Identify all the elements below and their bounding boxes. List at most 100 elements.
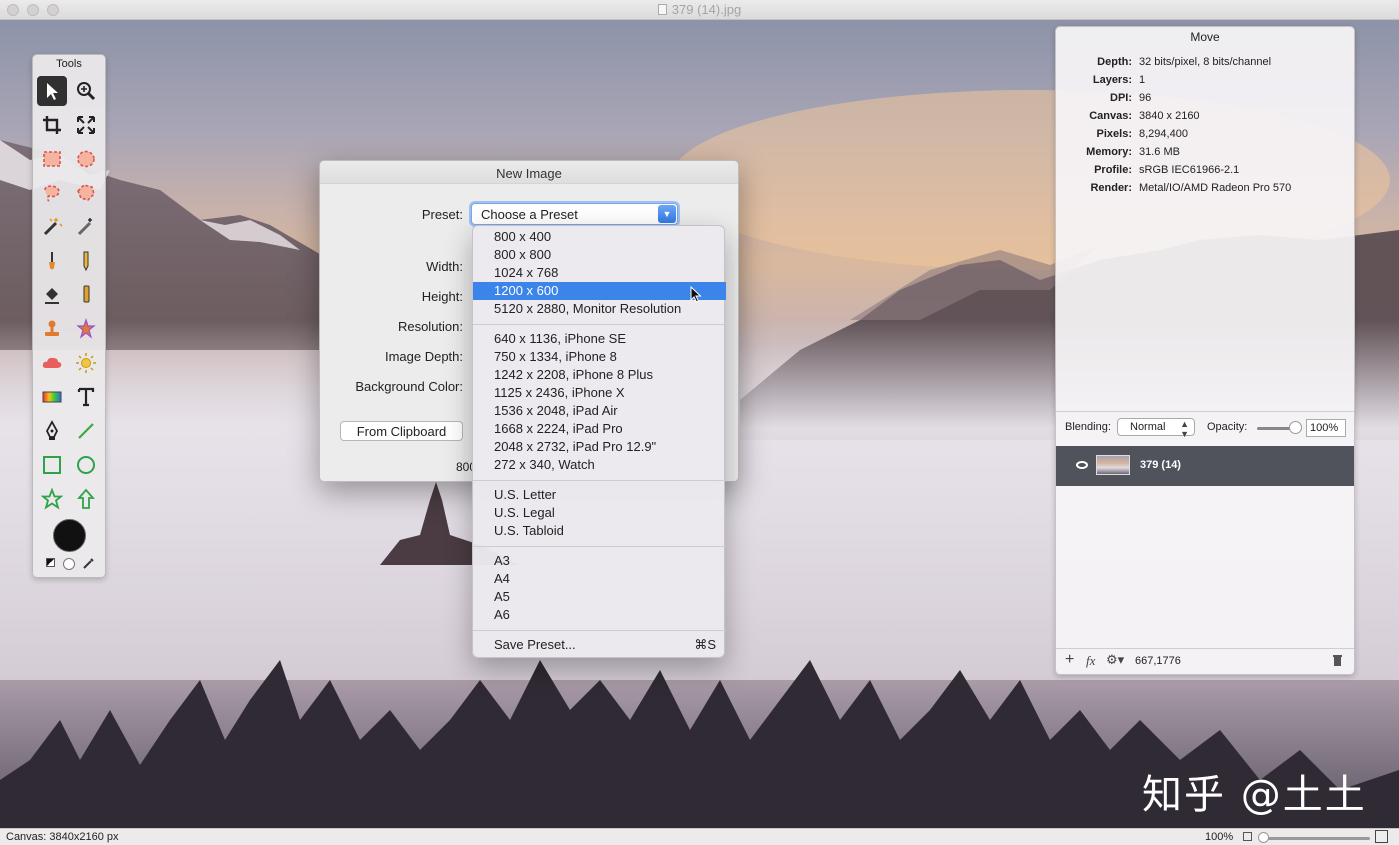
layer-row[interactable]: 379 (14) <box>1056 446 1354 486</box>
menu-item-iphone-se[interactable]: 640 x 1136, iPhone SE <box>473 330 726 348</box>
preset-label: Preset: <box>421 207 463 222</box>
panel-title: Move <box>1190 30 1220 44</box>
gradient-icon[interactable] <box>37 382 67 412</box>
mouse-cursor-icon <box>690 285 702 306</box>
clone-stamp-icon[interactable] <box>37 314 67 344</box>
magic-wand-icon[interactable] <box>37 212 67 242</box>
info-row-dpi: DPI: 96 <box>1110 92 1152 104</box>
menu-item-iphone-8[interactable]: 750 x 1334, iPhone 8 <box>473 348 726 366</box>
updown-arrows-icon: ▲ ▼ <box>1180 419 1189 439</box>
resolution-label: Resolution: <box>397 319 463 334</box>
menu-item-ipad-pro-12-9[interactable]: 2048 x 2732, iPad Pro 12.9" <box>473 438 726 456</box>
smudge-icon[interactable] <box>71 280 101 310</box>
info-row-memory: Memory: 31.6 MB <box>1086 146 1180 158</box>
menu-item-ipad-air[interactable]: 1536 x 2048, iPad Air <box>473 402 726 420</box>
menu-item-1200x600[interactable]: 1200 x 600 <box>473 282 726 300</box>
ellipse-shape-icon[interactable] <box>71 450 101 480</box>
menu-item-1024x768[interactable]: 1024 x 768 <box>473 264 726 282</box>
menu-item-5120x2880[interactable]: 5120 x 2880, Monitor Resolution <box>473 300 726 318</box>
menu-item-a3[interactable]: A3 <box>473 552 726 570</box>
window-title: 379 (14).jpg <box>0 2 1399 17</box>
zoom-slider-track[interactable] <box>1262 837 1370 840</box>
blending-bar: Blending: Normal ▲ ▼ Opacity: 100% <box>1056 411 1354 445</box>
spray-icon[interactable] <box>71 314 101 344</box>
menu-separator <box>473 480 726 481</box>
move-tool-icon[interactable] <box>37 76 67 106</box>
menu-item-a6[interactable]: A6 <box>473 606 726 624</box>
opacity-field[interactable]: 100% <box>1306 419 1346 437</box>
star-shape-icon[interactable] <box>37 484 67 514</box>
info-row-pixels: Pixels: 8,294,400 <box>1096 128 1188 140</box>
menu-separator <box>473 324 726 325</box>
menu-item-iphone-x[interactable]: 1125 x 2436, iPhone X <box>473 384 726 402</box>
text-tool-icon[interactable] <box>71 382 101 412</box>
zoom-tool-icon[interactable] <box>71 76 101 106</box>
paint-bucket-icon[interactable] <box>37 280 67 310</box>
gear-icon[interactable]: ⚙▾ <box>1106 652 1124 668</box>
info-layers-panel: Move Depth: 32 bits/pixel, 8 bits/channel… <box>1055 26 1355 675</box>
arrow-shape-icon[interactable] <box>71 484 101 514</box>
pen-tool-icon[interactable] <box>37 416 67 446</box>
info-row-profile: Profile: sRGB IEC61966-2.1 <box>1094 164 1240 176</box>
rectangle-shape-icon[interactable] <box>37 450 67 480</box>
info-row-render: Render: Metal/IO/AMD Radeon Pro 570 <box>1090 182 1292 194</box>
menu-item-us-letter[interactable]: U.S. Letter <box>473 486 726 504</box>
paint-brush-icon[interactable] <box>37 246 67 276</box>
menu-item-iphone-8-plus[interactable]: 1242 x 2208, iPhone 8 Plus <box>473 366 726 384</box>
swap-colors-icon[interactable] <box>46 558 55 567</box>
info-row-canvas: Canvas: 3840 x 2160 <box>1089 110 1200 122</box>
effects-icon[interactable]: fx <box>1086 653 1095 669</box>
rect-select-icon[interactable] <box>37 144 67 174</box>
menu-item-ipad-pro[interactable]: 1668 x 2224, iPad Pro <box>473 420 726 438</box>
zoom-slider-knob[interactable] <box>1258 832 1269 843</box>
opacity-label: Opacity: <box>1207 421 1248 433</box>
tools-title: Tools <box>56 58 82 70</box>
dialog-title: New Image <box>320 161 738 184</box>
zoom-out-icon[interactable] <box>1243 832 1252 841</box>
from-clipboard-button[interactable]: From Clipboard <box>340 421 463 441</box>
canvas-size-status: Canvas: 3840x2160 px <box>6 831 119 843</box>
blending-label: Blending: <box>1065 421 1111 433</box>
panel-footer: + fx ⚙▾ 667,1776 <box>1056 648 1354 674</box>
save-preset-shortcut: ⌘S <box>694 637 716 652</box>
eye-icon[interactable] <box>1076 461 1088 469</box>
line-tool-icon[interactable] <box>71 416 101 446</box>
image-depth-label: Image Depth: <box>384 349 463 364</box>
info-row-depth: Depth: 32 bits/pixel, 8 bits/channel <box>1097 56 1272 68</box>
foreground-color-swatch[interactable] <box>53 519 86 552</box>
trash-icon[interactable] <box>1332 654 1343 669</box>
polygon-lasso-icon[interactable] <box>71 178 101 208</box>
pencil-icon[interactable] <box>71 246 101 276</box>
add-layer-icon[interactable]: + <box>1065 651 1074 669</box>
menu-item-us-legal[interactable]: U.S. Legal <box>473 504 726 522</box>
menu-item-us-tabloid[interactable]: U.S. Tabloid <box>473 522 726 540</box>
eyedropper-icon[interactable] <box>82 556 96 570</box>
menu-item-a5[interactable]: A5 <box>473 588 726 606</box>
menu-separator <box>473 546 726 547</box>
menu-item-save-preset[interactable]: Save Preset... ⌘S <box>473 636 726 654</box>
menu-item-watch[interactable]: 272 x 340, Watch <box>473 456 726 474</box>
preset-popup-button[interactable]: Choose a Preset ▼ <box>471 203 678 225</box>
background-color-label: Background Color: <box>355 379 463 394</box>
opacity-slider-knob[interactable] <box>1289 421 1302 434</box>
zoom-level: 100% <box>1205 831 1234 843</box>
lasso-icon[interactable] <box>37 178 67 208</box>
menu-item-a4[interactable]: A4 <box>473 570 726 588</box>
preset-dropdown-menu: 800 x 400 800 x 800 1024 x 768 1200 x 60… <box>472 225 726 658</box>
width-label: Width: <box>426 259 463 274</box>
background-color-swatch[interactable] <box>63 558 75 570</box>
zoom-in-icon[interactable] <box>1375 830 1388 843</box>
fit-tool-icon[interactable] <box>71 110 101 140</box>
cursor-coordinates: 667,1776 <box>1135 655 1181 667</box>
menu-item-800x800[interactable]: 800 x 800 <box>473 246 726 264</box>
magic-brush-icon[interactable] <box>71 212 101 242</box>
window-titlebar: 379 (14).jpg <box>0 0 1399 20</box>
sun-icon[interactable] <box>71 348 101 378</box>
crop-tool-icon[interactable] <box>37 110 67 140</box>
ellipse-select-icon[interactable] <box>71 144 101 174</box>
cloud-icon[interactable] <box>37 348 67 378</box>
blending-select[interactable]: Normal ▲ ▼ <box>1117 418 1195 439</box>
chevron-down-icon: ▼ <box>658 205 676 223</box>
document-icon <box>657 4 667 15</box>
menu-item-800x400[interactable]: 800 x 400 <box>473 228 726 246</box>
